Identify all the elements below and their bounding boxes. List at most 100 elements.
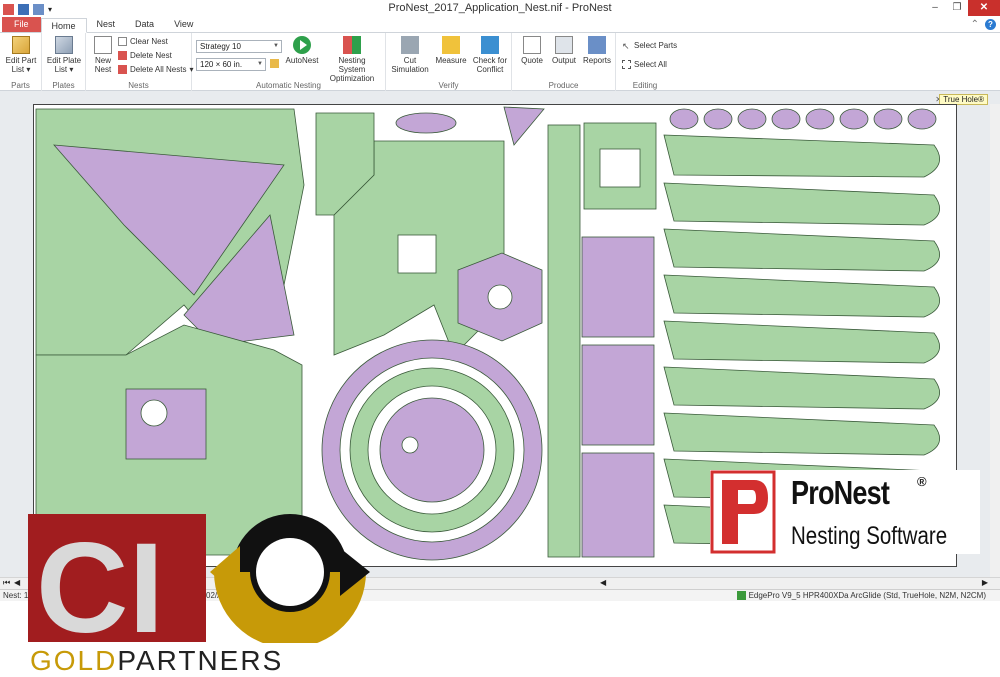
pronest-registered: ® xyxy=(917,474,927,489)
part-purple-block-2 xyxy=(581,344,655,446)
plate-size-select[interactable]: 120 × 60 in. ▼ xyxy=(196,58,266,71)
tab-view[interactable]: View xyxy=(164,17,203,32)
group-verify: Cut Simulation Measure Check for Conflic… xyxy=(386,33,512,91)
chevron-down-icon: ▼ xyxy=(273,43,279,49)
select-parts-button[interactable]: ↖ Select Parts xyxy=(622,41,677,51)
new-nest-button[interactable]: New Nest xyxy=(90,36,116,74)
title-bar: ▾ ProNest_2017_Application_Nest.nif - Pr… xyxy=(0,0,1000,18)
part-inner-rect xyxy=(125,388,207,460)
part-hex-hole xyxy=(487,284,513,310)
pronest-logo: ProNest ® Nesting Software xyxy=(710,470,980,554)
cut-simulation-icon xyxy=(401,36,419,54)
ci-mark-icon: CI xyxy=(28,514,370,643)
part-vertical-strip xyxy=(547,124,581,558)
tab-nest[interactable]: Nest xyxy=(87,17,126,32)
group-editing: ↖ Select Parts Select All Editing xyxy=(622,41,678,90)
part-small-purple xyxy=(805,108,835,130)
window-title: ProNest_2017_Application_Nest.nif - ProN… xyxy=(388,2,612,14)
tab-home[interactable]: Home xyxy=(40,18,87,33)
vertical-scrollbar[interactable] xyxy=(990,104,1000,578)
select-all-icon xyxy=(622,60,631,69)
part-link-bar xyxy=(663,134,941,178)
part-link-bar xyxy=(663,320,941,364)
part-small-purple xyxy=(669,108,699,130)
delete-nest-icon xyxy=(118,51,127,60)
group-parts: Edit Part List ▾ Parts xyxy=(0,33,42,91)
part-small-purple xyxy=(703,108,733,130)
close-button[interactable]: ✕ xyxy=(968,0,1000,16)
group-produce: Quote Output Reports Produce xyxy=(512,33,616,91)
part-link-bar xyxy=(663,228,941,272)
plate-settings-button[interactable] xyxy=(270,59,279,68)
measure-icon xyxy=(442,36,460,54)
tab-file[interactable]: File xyxy=(2,17,41,32)
part-purple-block-1 xyxy=(581,236,655,338)
quote-button[interactable]: Quote xyxy=(518,36,546,65)
ribbon: Edit Part List ▾ Parts Edit Plate List ▾… xyxy=(0,33,1000,91)
cut-simulation-button[interactable]: Cut Simulation xyxy=(390,36,430,74)
part-link-bar xyxy=(663,366,941,410)
save-icon[interactable] xyxy=(18,3,29,15)
chevron-down-icon: ▼ xyxy=(257,61,263,67)
check-conflict-button[interactable]: Check for Conflict xyxy=(470,36,510,74)
group-plates: Edit Plate List ▾ Plates xyxy=(42,33,86,91)
reports-button[interactable]: Reports xyxy=(582,36,612,65)
part-ring-inner xyxy=(379,397,485,503)
part-small-purple xyxy=(907,108,937,130)
part-ring-hole xyxy=(401,436,419,454)
part-small-purple xyxy=(873,108,903,130)
autonest-button[interactable]: AutoNest xyxy=(284,36,320,65)
plate-settings-icon xyxy=(270,59,279,68)
pronest-subtitle: Nesting Software xyxy=(791,522,948,550)
check-icon xyxy=(481,36,499,54)
clear-nest-icon xyxy=(118,37,127,46)
part-small-purple xyxy=(503,106,545,146)
ribbon-collapse-icon[interactable]: ⌃ xyxy=(971,19,979,30)
scroll-left-icon[interactable]: ◀ xyxy=(600,578,606,587)
delete-nest-button[interactable]: Delete Nest xyxy=(118,51,172,60)
part-hole xyxy=(140,399,168,427)
quote-icon xyxy=(523,36,541,54)
restore-button[interactable]: ❐ xyxy=(946,0,968,16)
part-small-purple xyxy=(395,112,457,134)
delete-all-nests-icon xyxy=(118,65,127,74)
app-logo-icon xyxy=(3,3,14,15)
delete-all-nests-button[interactable]: Delete All Nests ▾ xyxy=(118,65,193,74)
edit-part-list-button[interactable]: Edit Part List ▾ xyxy=(3,36,39,74)
scroll-right-icon[interactable]: ▶ xyxy=(982,578,988,587)
reports-icon xyxy=(588,36,606,54)
quick-access-toolbar: ▾ xyxy=(0,3,52,15)
part-list-icon xyxy=(12,36,30,54)
gold-partners-text: GOLDPARTNERS xyxy=(30,645,284,676)
ci-letters: CI xyxy=(36,517,164,643)
part-link-bar xyxy=(663,274,941,318)
edit-plate-list-button[interactable]: Edit Plate List ▾ xyxy=(46,36,82,74)
part-link-bar xyxy=(663,182,941,226)
part-center-hole xyxy=(397,234,437,274)
part-link-bar xyxy=(663,412,941,456)
part-small-purple xyxy=(771,108,801,130)
help-icon[interactable]: ? xyxy=(985,19,996,30)
machine-icon xyxy=(736,591,746,600)
nesting-optimization-button[interactable]: Nesting System Optimization xyxy=(324,36,380,83)
group-automatic-nesting: Strategy 10 ▼ 120 × 60 in. ▼ AutoNest Nest… xyxy=(192,33,386,91)
plate-list-icon xyxy=(55,36,73,54)
cursor-icon: ↖ xyxy=(622,41,630,51)
qat-dropdown-icon[interactable]: ▾ xyxy=(48,5,52,14)
ribbon-tabs: File Home Nest Data View ⌃ ? xyxy=(0,17,1000,33)
output-button[interactable]: Output xyxy=(550,36,578,65)
save-all-icon[interactable] xyxy=(33,3,44,15)
pronest-name: ProNest xyxy=(791,474,890,511)
play-icon xyxy=(293,36,311,54)
group-nests: New Nest Clear Nest Delete Nest Delete A… xyxy=(86,33,193,91)
strategy-select[interactable]: Strategy 10 ▼ xyxy=(196,40,282,53)
part-small-purple xyxy=(839,108,869,130)
select-all-button[interactable]: Select All xyxy=(622,60,667,69)
new-nest-icon xyxy=(94,36,112,54)
part-top-square-hole xyxy=(599,148,641,188)
tab-data[interactable]: Data xyxy=(125,17,164,32)
status-machine: EdgePro V9_5 HPR400XDa ArcGlide (Std, Tr… xyxy=(748,591,986,600)
measure-button[interactable]: Measure xyxy=(434,36,468,65)
minimize-button[interactable]: – xyxy=(924,0,946,16)
clear-nest-button[interactable]: Clear Nest xyxy=(118,37,168,46)
